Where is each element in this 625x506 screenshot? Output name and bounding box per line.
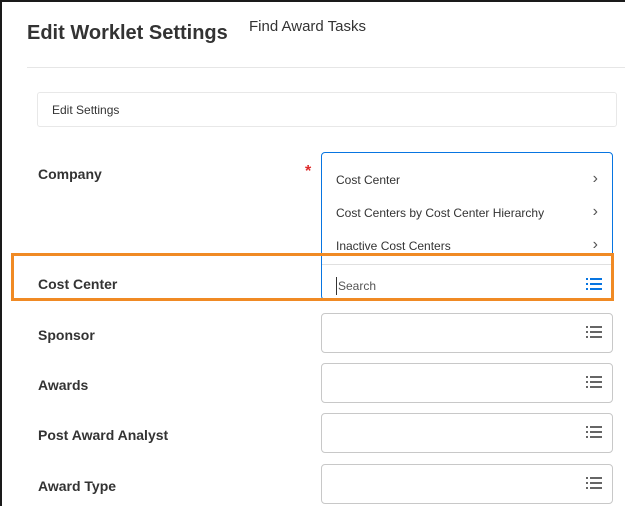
cost-center-highlight [11,253,614,301]
sponsor-field[interactable] [321,313,613,353]
required-indicator: * [305,163,312,180]
section-title: Edit Settings [52,103,120,117]
prompt-list-icon[interactable] [586,375,602,389]
company-label: Company [38,166,102,182]
header-divider [27,67,625,68]
dropdown-item-label: Cost Centers by Cost Center Hierarchy [336,206,545,220]
prompt-list-icon[interactable] [586,425,602,439]
page-title: Edit Worklet Settings [27,22,228,44]
awards-label: Awards [38,377,89,393]
worklet-name: Find Award Tasks [249,18,367,35]
dropdown-item-cost-center[interactable]: Cost Center › [336,170,602,195]
dropdown-item-label: Cost Center [336,173,401,187]
chevron-right-icon: › [592,170,598,187]
prompt-list-icon[interactable] [586,476,602,490]
post-award-analyst-label: Post Award Analyst [38,427,169,443]
edit-settings-section: Edit Settings [37,92,617,127]
award-type-label: Award Type [38,478,117,494]
chevron-right-icon: › [592,236,598,253]
prompt-list-icon[interactable] [586,325,602,339]
award-type-field[interactable] [321,464,613,504]
chevron-right-icon: › [592,203,598,220]
awards-field[interactable] [321,363,613,403]
post-award-analyst-field[interactable] [321,413,613,453]
sponsor-label: Sponsor [38,327,95,343]
dropdown-item-cost-centers-by-hierarchy[interactable]: Cost Centers by Cost Center Hierarchy › [336,203,602,228]
dropdown-item-label: Inactive Cost Centers [336,239,451,253]
